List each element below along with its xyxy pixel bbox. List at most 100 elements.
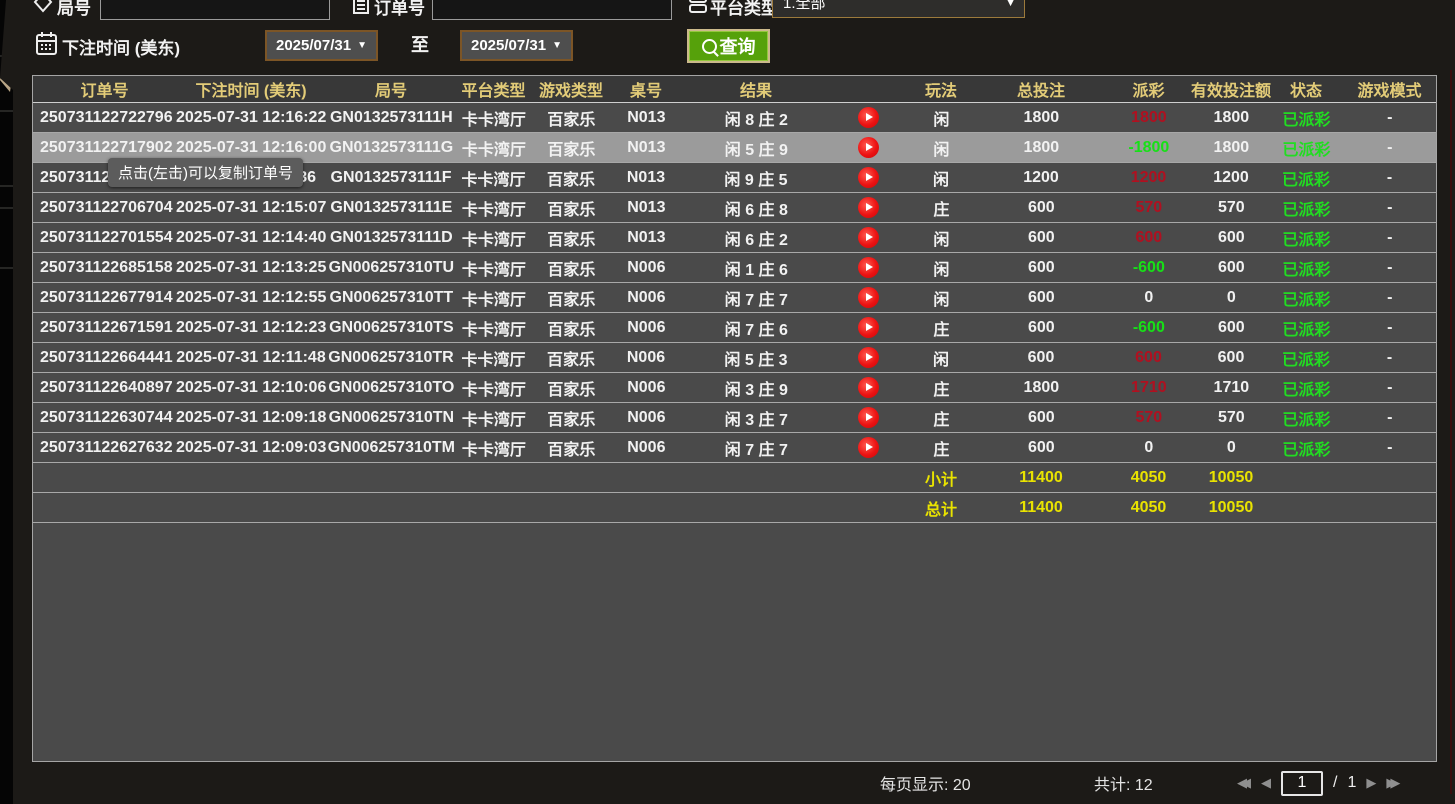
cell-play[interactable] [831, 227, 906, 248]
table-row[interactable]: 2507311226408972025-07-31 12:10:06GN0062… [33, 373, 1436, 403]
cell-round: GN0132573111G [326, 139, 456, 157]
cell-play: 闲 [906, 346, 976, 370]
cell-mode: - [1341, 229, 1437, 247]
table-row[interactable]: 2507311226644412025-07-31 12:11:48GN0062… [33, 343, 1436, 373]
cell-payout: 0 [1106, 439, 1191, 457]
pagination-bar: 每页显示: 20 共计: 12 ◀◀ ◀ / 1 ▶ ▶▶ [32, 766, 1437, 800]
replay-video-icon[interactable] [858, 107, 879, 128]
order-list-icon [352, 0, 370, 20]
cell-payout: 1710 [1106, 379, 1191, 397]
query-button[interactable]: 查询 [687, 29, 770, 63]
cell-platform: 卡卡湾厅 [456, 436, 531, 460]
cell-mode: - [1341, 139, 1437, 157]
subtotal-payout: 4050 [1106, 469, 1191, 487]
cell-table_no: N006 [611, 259, 681, 277]
cell-game: 百家乐 [531, 226, 611, 250]
column-header: 有效投注额 [1191, 77, 1271, 101]
table-row[interactable]: 2507311226276322025-07-31 12:09:03GN0062… [33, 433, 1436, 463]
cell-play[interactable] [831, 107, 906, 128]
replay-video-icon[interactable] [858, 287, 879, 308]
table-row[interactable]: 2507311227015542025-07-31 12:14:40GN0132… [33, 223, 1436, 253]
cell-result: 闲 7 庄 6 [681, 316, 831, 340]
total-valid: 10050 [1191, 499, 1271, 517]
table-row[interactable]: 2507311227227962025-07-31 12:16:22GN0132… [33, 103, 1436, 133]
table-row[interactable]: 2507311226307442025-07-31 12:09:18GN0062… [33, 403, 1436, 433]
cell-play[interactable] [831, 377, 906, 398]
order-no-input[interactable] [432, 0, 672, 20]
cell-payout: -1800 [1106, 139, 1191, 157]
cell-valid: 1800 [1191, 109, 1271, 127]
cell-order: 250731122664441 [33, 349, 176, 367]
cell-result: 闲 9 庄 5 [681, 166, 831, 190]
cell-round: GN0132573111H [326, 109, 456, 127]
total-bet: 11400 [976, 499, 1106, 517]
table-row[interactable]: 2507311227067042025-07-31 12:15:07GN0132… [33, 193, 1436, 223]
cell-mode: - [1341, 439, 1437, 457]
cell-platform: 卡卡湾厅 [456, 346, 531, 370]
page-number-input[interactable] [1281, 771, 1323, 796]
cell-round: GN006257310TN [326, 409, 456, 427]
last-page-icon[interactable]: ▶▶ [1386, 775, 1394, 791]
replay-video-icon[interactable] [858, 317, 879, 338]
cell-status: 已派彩 [1271, 166, 1341, 190]
column-header: 总投注 [976, 77, 1106, 101]
cell-play[interactable] [831, 347, 906, 368]
cell-game: 百家乐 [531, 376, 611, 400]
cell-status: 已派彩 [1271, 346, 1341, 370]
cell-game: 百家乐 [531, 196, 611, 220]
date-from-select[interactable]: 2025/07/31 ▼ [265, 30, 378, 61]
cell-play: 闲 [906, 106, 976, 130]
cell-play[interactable] [831, 137, 906, 158]
replay-video-icon[interactable] [858, 167, 879, 188]
cell-play[interactable] [831, 407, 906, 428]
cell-play: 闲 [906, 166, 976, 190]
replay-video-icon[interactable] [858, 137, 879, 158]
replay-video-icon[interactable] [858, 257, 879, 278]
cell-play[interactable] [831, 287, 906, 308]
cell-platform: 卡卡湾厅 [456, 286, 531, 310]
page-separator: / [1333, 774, 1337, 792]
cell-play[interactable] [831, 317, 906, 338]
cell-play[interactable] [831, 437, 906, 458]
table-row[interactable]: 2507311226715912025-07-31 12:12:23GN0062… [33, 313, 1436, 343]
cell-round: GN006257310TS [326, 319, 456, 337]
cell-game: 百家乐 [531, 256, 611, 280]
cell-platform: 卡卡湾厅 [456, 196, 531, 220]
replay-video-icon[interactable] [858, 197, 879, 218]
cell-status: 已派彩 [1271, 136, 1341, 160]
cell-payout: 570 [1106, 409, 1191, 427]
cell-table_no: N006 [611, 409, 681, 427]
cell-mode: - [1341, 169, 1437, 187]
date-to-select[interactable]: 2025/07/31 ▼ [460, 30, 573, 61]
cell-play[interactable] [831, 167, 906, 188]
prev-page-icon[interactable]: ◀ [1261, 775, 1271, 791]
table-row[interactable]: 2507311226851582025-07-31 12:13:25GN0062… [33, 253, 1436, 283]
replay-video-icon[interactable] [858, 227, 879, 248]
replay-video-icon[interactable] [858, 347, 879, 368]
cell-total: 600 [976, 199, 1106, 217]
cell-game: 百家乐 [531, 106, 611, 130]
table-row[interactable]: 2507311226779142025-07-31 12:12:55GN0062… [33, 283, 1436, 313]
round-diamond-icon [33, 0, 53, 18]
cell-table_no: N006 [611, 319, 681, 337]
cell-table_no: N013 [611, 139, 681, 157]
replay-video-icon[interactable] [858, 437, 879, 458]
bet-records-panel: 局号 订单号 平台类型 1.全部 ▼ 下注时间 (美东) 2025/07/31 … [0, 0, 1455, 804]
cell-time: 2025-07-31 12:11:48 [176, 349, 326, 367]
cell-play[interactable] [831, 197, 906, 218]
first-page-icon[interactable]: ◀◀ [1237, 775, 1245, 791]
cell-round: GN006257310TU [326, 259, 456, 277]
round-no-input[interactable] [100, 0, 330, 20]
replay-video-icon[interactable] [858, 407, 879, 428]
platform-type-select[interactable]: 1.全部 ▼ [772, 0, 1025, 18]
cell-order: 250731122701554 [33, 229, 176, 247]
cell-play[interactable] [831, 257, 906, 278]
replay-video-icon[interactable] [858, 377, 879, 398]
next-page-icon[interactable]: ▶ [1366, 775, 1376, 791]
cell-mode: - [1341, 319, 1437, 337]
total-label: 总计 [906, 496, 976, 520]
cell-total: 600 [976, 349, 1106, 367]
pager: ◀◀ ◀ / 1 ▶ ▶▶ [1237, 771, 1400, 796]
cell-valid: 1200 [1191, 169, 1271, 187]
cell-round: GN0132573111F [326, 169, 456, 187]
